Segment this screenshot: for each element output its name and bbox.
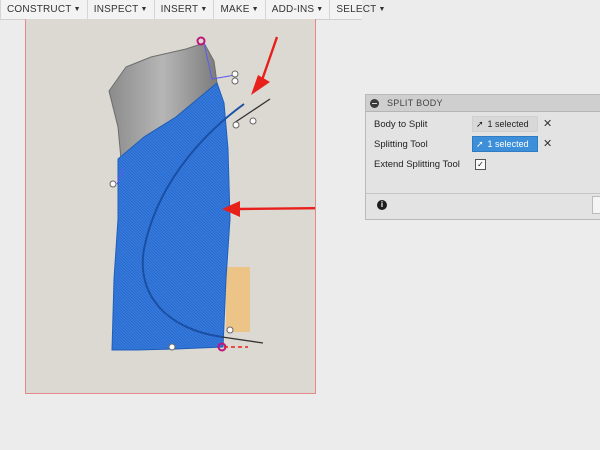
body-to-split-selector[interactable]: ➚ 1 selected (472, 116, 538, 132)
construct-menu-label: CONSTRUCT (7, 4, 72, 15)
insert-menu-label: INSERT (160, 4, 199, 15)
caret-down-icon: ▼ (73, 6, 81, 13)
control-point[interactable] (231, 77, 239, 85)
caret-down-icon: ▼ (200, 6, 208, 13)
make-menu[interactable]: MAKE ▼ (214, 0, 266, 19)
collapse-icon[interactable] (370, 98, 379, 108)
splitting-tool-value: 1 selected (487, 139, 529, 149)
make-menu-label: MAKE (220, 4, 250, 15)
model-view[interactable] (26, 19, 315, 393)
inspect-menu[interactable]: INSPECT ▼ (88, 0, 155, 19)
body-to-split-row: Body to Split (374, 115, 427, 133)
control-point[interactable] (109, 180, 117, 188)
control-point[interactable] (249, 117, 257, 125)
add-ins-menu-label: ADD-INS (271, 4, 315, 15)
control-point[interactable] (168, 343, 176, 351)
extend-tool-checkbox[interactable]: ✓ (475, 159, 486, 170)
arrow-cursor-icon: ➚ (476, 138, 484, 149)
clear-tool-selection-icon[interactable]: ✕ (543, 137, 552, 150)
construct-menu[interactable]: CONSTRUCT ▼ (1, 0, 88, 19)
body-to-split-value: 1 selected (487, 119, 529, 129)
control-point[interactable] (231, 70, 239, 78)
add-ins-menu[interactable]: ADD-INS ▼ (266, 0, 331, 19)
caret-down-icon: ▼ (251, 6, 259, 13)
toolbar: CONSTRUCT ▼ INSPECT ▼ INSERT ▼ MAKE ▼ AD… (0, 0, 385, 20)
panel-header: SPLIT BODY (366, 95, 600, 112)
panel-divider (366, 193, 600, 194)
splitting-tool-row: Splitting Tool (374, 135, 428, 153)
control-point[interactable] (226, 326, 234, 334)
body-to-split-label: Body to Split (374, 118, 428, 130)
splitting-tool-label: Splitting Tool (374, 138, 428, 150)
extend-tool-row: Extend Splitting Tool (374, 155, 460, 173)
splitting-tool-selector[interactable]: ➚ 1 selected (472, 136, 538, 152)
select-menu-label: SELECT (336, 4, 377, 15)
inspect-menu-label: INSPECT (93, 4, 139, 15)
insert-menu[interactable]: INSERT ▼ (155, 0, 215, 19)
info-icon[interactable]: i (377, 200, 387, 210)
extend-tool-label: Extend Splitting Tool (374, 158, 460, 170)
caret-down-icon: ▼ (316, 6, 324, 13)
arrow-cursor-icon: ➚ (476, 118, 484, 129)
clear-body-selection-icon[interactable]: ✕ (543, 117, 552, 130)
split-body-panel: SPLIT BODY Body to Split ➚ 1 selected ✕ … (365, 94, 600, 220)
beige-block (226, 267, 250, 332)
ok-button[interactable] (592, 196, 600, 214)
control-point[interactable] (232, 121, 240, 129)
canvas-viewport[interactable] (25, 19, 316, 394)
panel-title: SPLIT BODY (387, 98, 443, 108)
caret-down-icon: ▼ (140, 6, 148, 13)
caret-down-icon: ▼ (378, 6, 386, 13)
select-menu[interactable]: SELECT ▼ (330, 0, 391, 19)
